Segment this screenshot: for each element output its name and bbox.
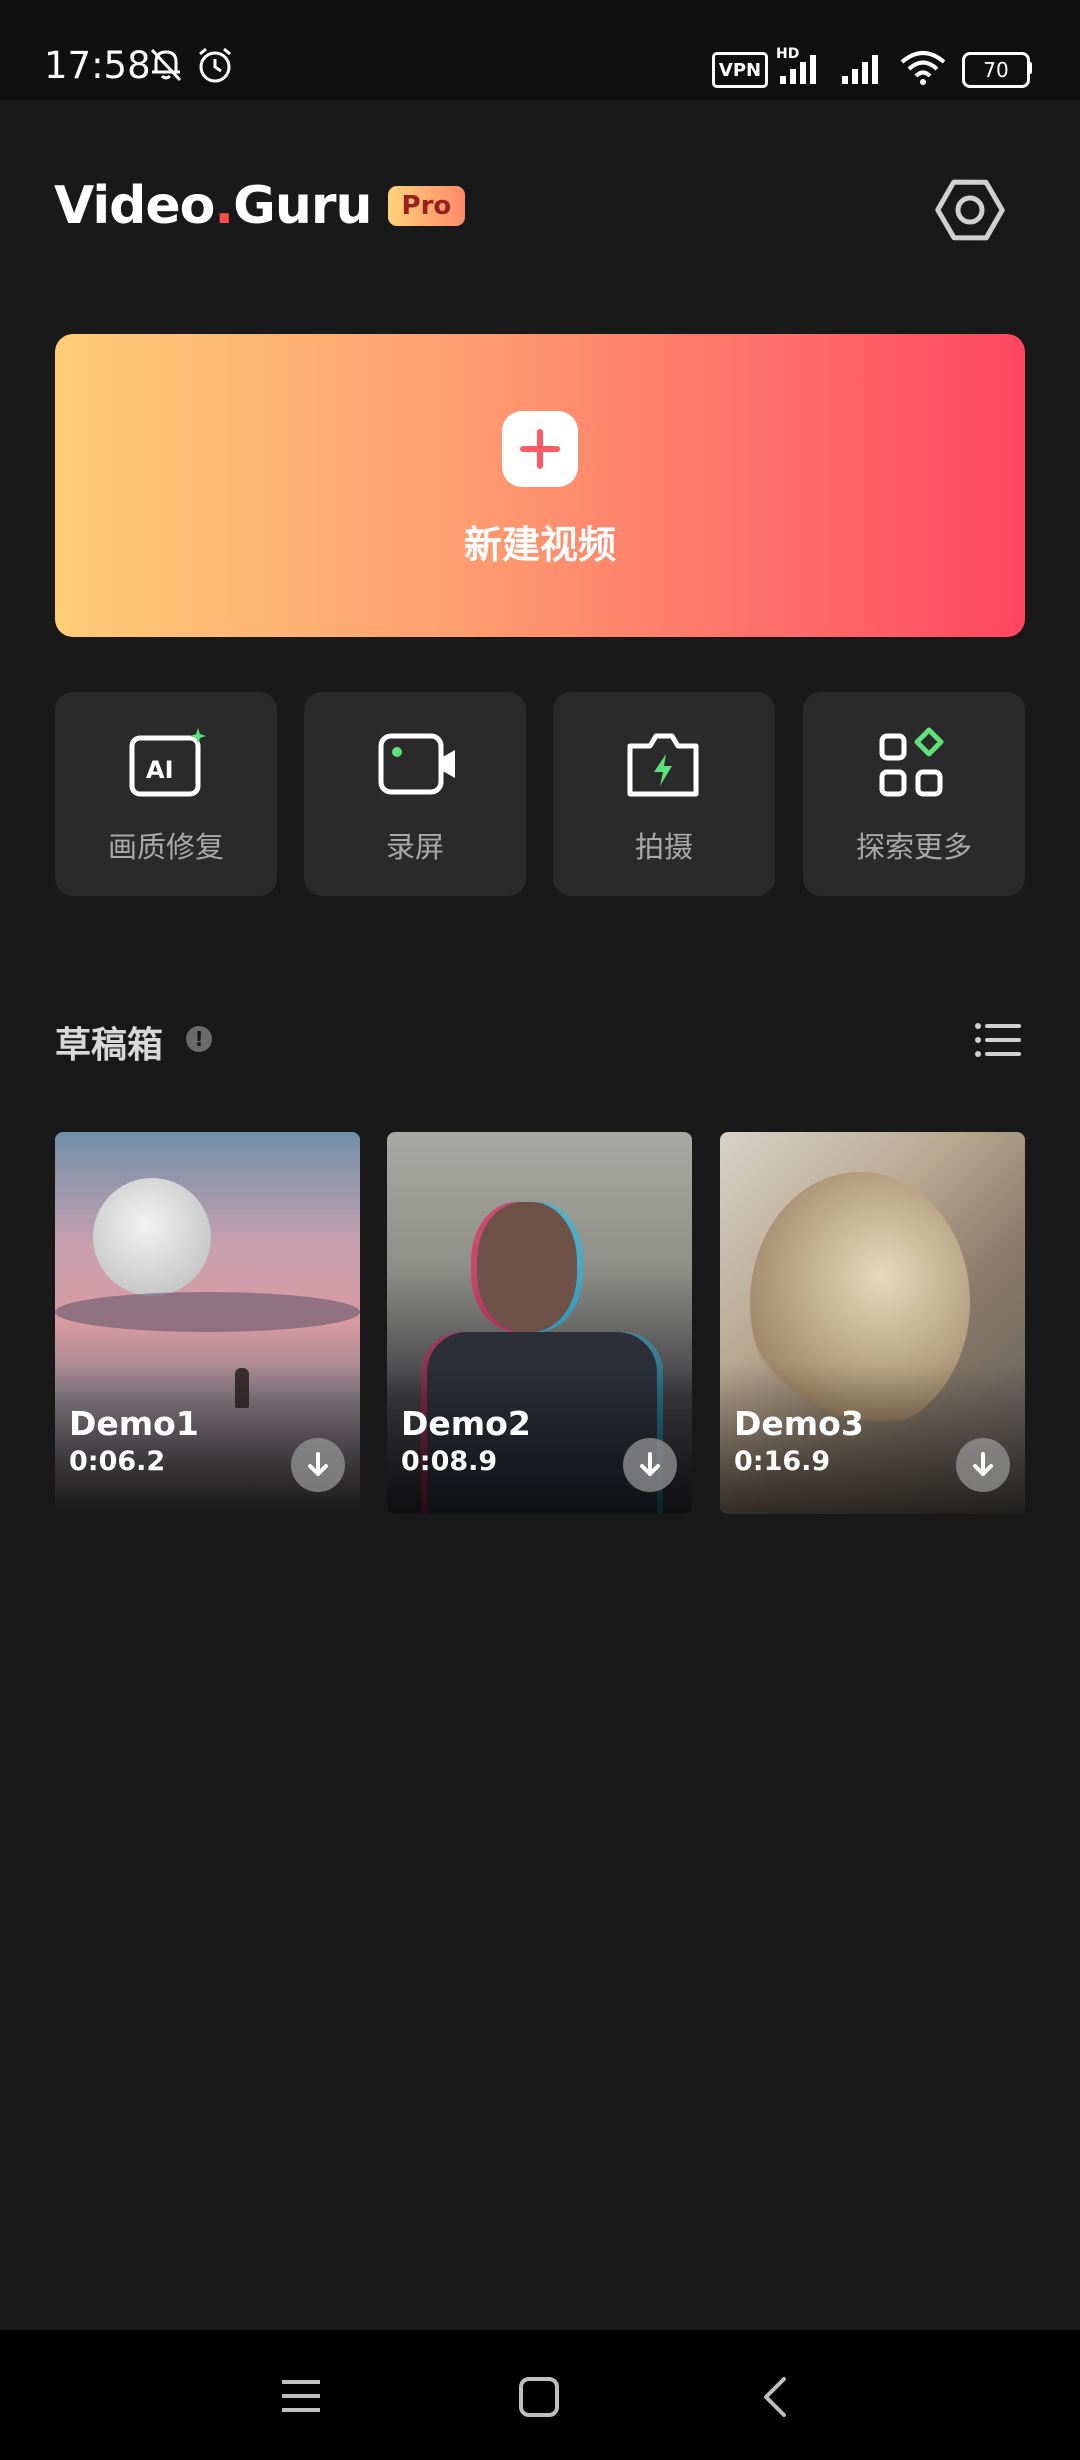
screen-record-icon — [378, 733, 455, 795]
tool-camera[interactable]: 拍摄 — [553, 692, 775, 896]
download-icon[interactable] — [291, 1438, 345, 1492]
gear-icon[interactable] — [934, 174, 1006, 246]
tools-row: AI 画质修复 录屏 拍摄 探索更多 — [55, 692, 1025, 896]
status-bar: 17:58 VPN HD 70 — [0, 0, 1080, 100]
tool-screen-record[interactable]: 录屏 — [304, 692, 526, 896]
ai-enhance-icon: AI — [129, 728, 206, 797]
svg-text:AI: AI — [146, 756, 174, 784]
draft-card[interactable]: Demo1 0:06.2 — [55, 1132, 360, 1514]
tool-label: 拍摄 — [634, 830, 693, 864]
plus-icon — [502, 411, 578, 487]
tool-label: 录屏 — [385, 830, 444, 864]
menu-icon[interactable] — [280, 2376, 322, 2416]
draft-name: Demo2 — [401, 1404, 531, 1443]
draft-duration: 0:16.9 — [734, 1446, 831, 1477]
vpn-indicator: VPN — [712, 52, 768, 88]
tool-label: 探索更多 — [855, 830, 972, 864]
wifi-icon — [900, 51, 946, 85]
back-icon[interactable] — [760, 2376, 790, 2418]
battery-icon: 70 — [962, 52, 1030, 88]
signal-icon — [780, 55, 816, 84]
logo-text: Video.Guru — [54, 176, 373, 236]
camera-icon — [627, 733, 699, 797]
draft-duration: 0:06.2 — [69, 1446, 166, 1477]
drafts-header: 草稿箱 ! — [55, 1010, 1025, 1070]
list-view-icon[interactable] — [973, 1018, 1021, 1062]
draft-card[interactable]: Demo3 0:16.9 — [720, 1132, 1025, 1514]
status-time: 17:58 — [44, 44, 151, 87]
signal-icon-2 — [842, 55, 878, 84]
draft-card[interactable]: Demo2 0:08.9 — [387, 1132, 692, 1514]
download-icon[interactable] — [956, 1438, 1010, 1492]
new-video-label: 新建视频 — [463, 523, 616, 567]
tool-explore-more[interactable]: 探索更多 — [803, 692, 1025, 896]
battery-cap — [1027, 62, 1032, 74]
tool-ai-enhance[interactable]: AI 画质修复 — [55, 692, 277, 896]
draft-duration: 0:08.9 — [401, 1446, 498, 1477]
home-icon[interactable] — [518, 2376, 560, 2418]
drafts-title: 草稿箱 — [55, 1025, 164, 1066]
nav-bar — [0, 2330, 1080, 2460]
drafts-list: Demo1 0:06.2 Demo2 0:08.9 Demo3 0:16.9 — [55, 1132, 1025, 1514]
explore-more-icon — [879, 727, 944, 797]
alarm-clock-icon — [199, 47, 231, 83]
info-icon[interactable]: ! — [186, 1026, 212, 1052]
mute-bell-icon — [150, 48, 182, 82]
draft-name: Demo1 — [69, 1404, 199, 1443]
download-icon[interactable] — [623, 1438, 677, 1492]
pro-badge[interactable]: Pro — [387, 186, 466, 226]
tool-label: 画质修复 — [107, 830, 224, 864]
new-video-button[interactable]: 新建视频 — [55, 334, 1025, 637]
draft-name: Demo3 — [734, 1404, 864, 1443]
app-logo: Video.Guru Pro — [54, 176, 466, 236]
